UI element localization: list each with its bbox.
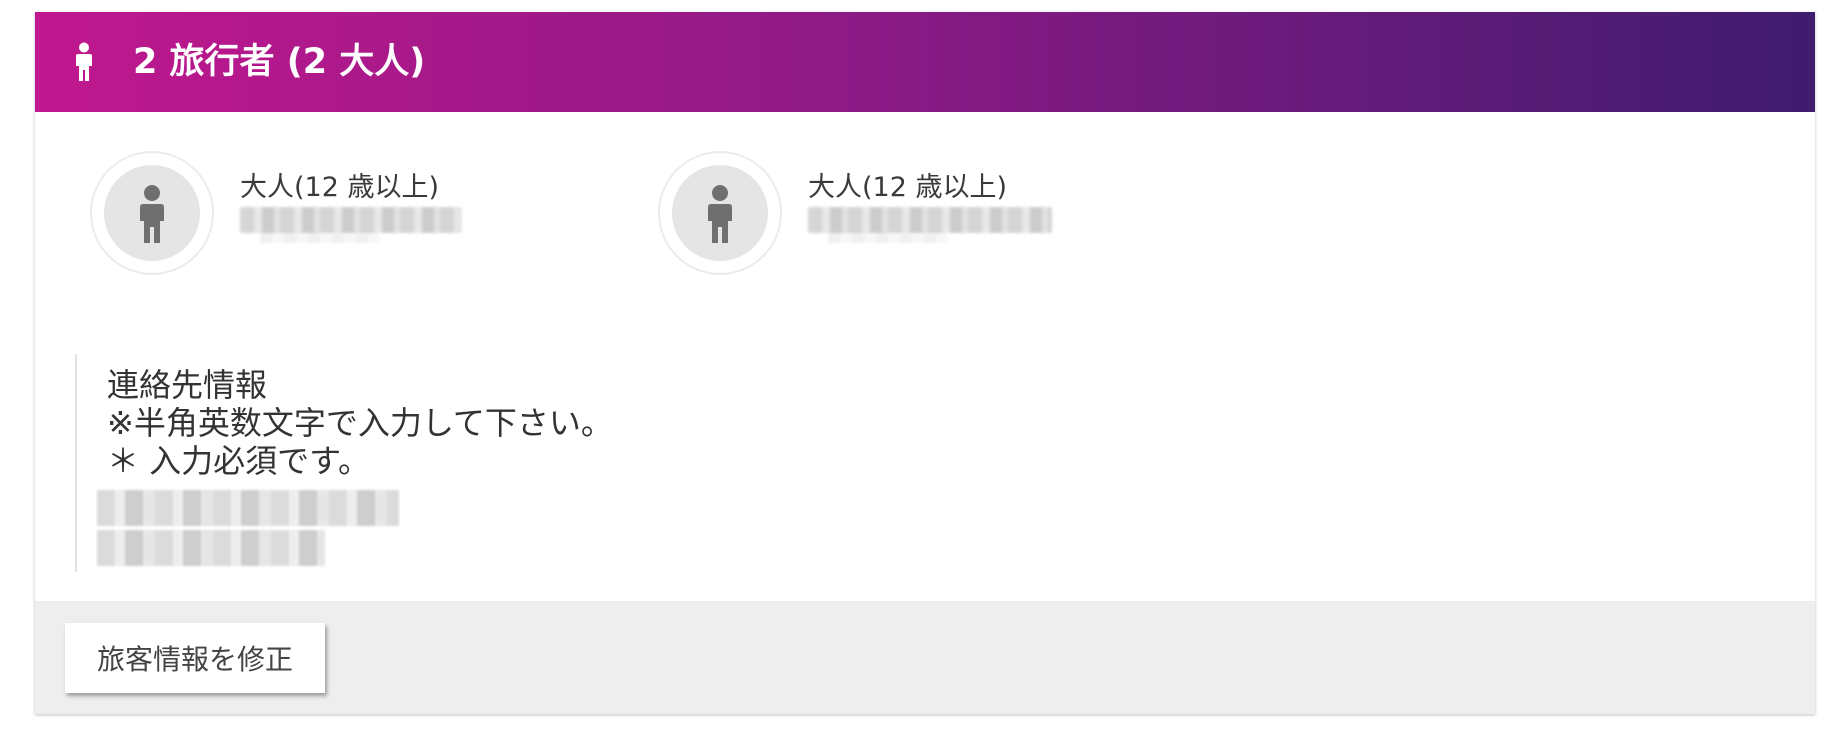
contact-info-required: ＊ 入力必須です。 [107,442,370,480]
redacted-contact-phone [97,530,325,566]
redacted-traveler-name [240,207,462,243]
card-footer: 旅客情報を修正 [35,601,1815,714]
person-icon [140,185,164,243]
traveler-count-title: 2 旅行者 (2 大人) [133,42,426,82]
traveler-type-label: 大人(12 歳以上) [808,172,1008,203]
person-icon [708,185,732,243]
avatar [90,151,214,275]
redacted-traveler-name [808,207,1052,243]
edit-passenger-info-button[interactable]: 旅客情報を修正 [65,623,325,693]
avatar [658,151,782,275]
traveler-card: 2 旅行者 (2 大人) 大人(12 歳以上) 大人(12 歳以上) 連絡先情報… [35,12,1815,714]
redacted-contact-email [97,490,399,526]
contact-info-section: 連絡先情報 ※半角英数文字で入力して下さい。 ＊ 入力必須です。 [75,354,777,572]
traveler-type-label: 大人(12 歳以上) [240,172,440,203]
person-icon [71,42,97,82]
traveler-header: 2 旅行者 (2 大人) [35,12,1815,112]
